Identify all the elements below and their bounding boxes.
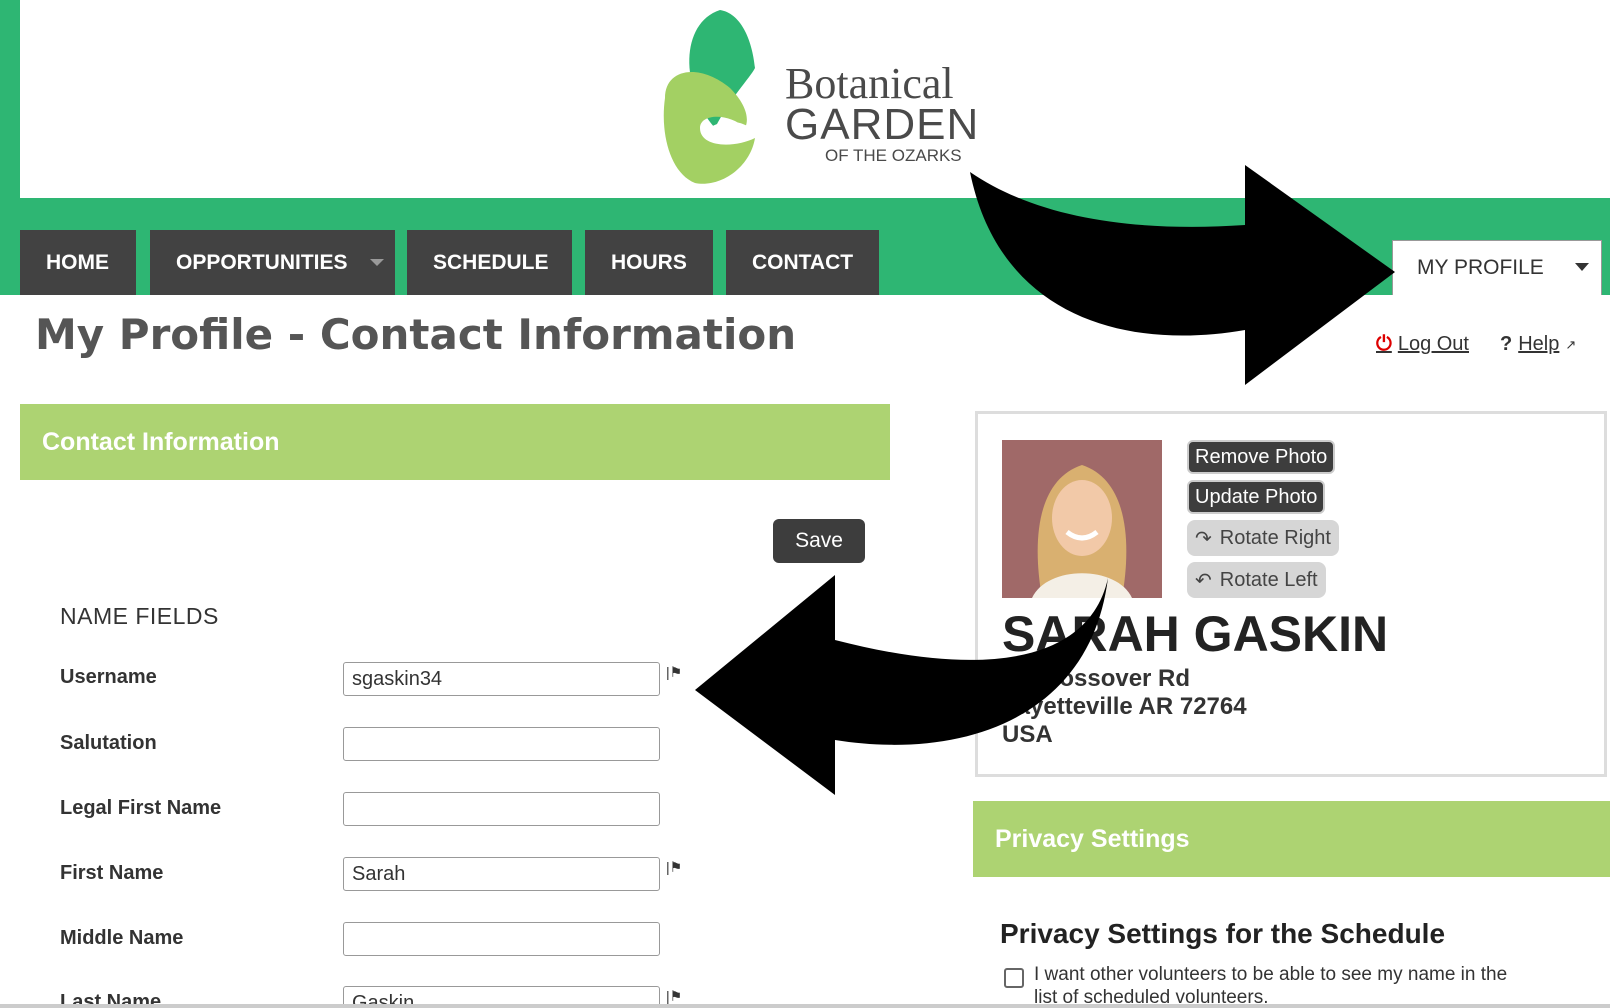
privacy-settings-header: Privacy Settings (973, 801, 1610, 877)
remove-photo-button[interactable]: Remove Photo (1187, 440, 1336, 474)
nav-tab-label: HOURS (611, 250, 687, 274)
page-title: My Profile - Contact Information (35, 310, 797, 359)
nav-tab-home[interactable]: HOME (20, 230, 136, 295)
bottom-divider (0, 1004, 1610, 1008)
flag-icon: |⚑ (666, 664, 683, 680)
username-label: Username (60, 666, 157, 688)
show-name-checkbox-label: I want other volunteers to be able to se… (1034, 964, 1508, 1008)
flag-icon: |⚑ (666, 988, 683, 1004)
nav-tab-hours[interactable]: HOURS (585, 230, 713, 295)
help-link[interactable]: ? Help ↗ (1500, 333, 1576, 356)
save-button[interactable]: Save (773, 519, 865, 563)
logout-label: Log Out (1397, 333, 1469, 355)
username-field[interactable] (343, 662, 660, 696)
nav-tab-schedule[interactable]: SCHEDULE (407, 230, 572, 295)
legal-first-name-label: Legal First Name (60, 797, 222, 819)
my-profile-label: MY PROFILE (1417, 256, 1544, 279)
first-name-field[interactable] (343, 857, 660, 891)
chevron-down-icon (369, 259, 384, 266)
rotate-right-label: Rotate Right (1219, 526, 1331, 549)
profile-photo (1002, 440, 1162, 598)
middle-name-field[interactable] (343, 922, 660, 956)
nav-tab-label: CONTACT (752, 250, 854, 274)
salutation-label: Salutation (60, 732, 157, 754)
privacy-schedule-title: Privacy Settings for the Schedule (1000, 918, 1446, 949)
nav-tab-label: HOME (46, 250, 109, 274)
profile-name: SARAH GASKIN (1002, 606, 1389, 662)
rotate-left-button[interactable]: ↶ Rotate Left (1187, 562, 1326, 598)
first-name-label: First Name (60, 862, 164, 884)
person-avatar-icon (1002, 440, 1162, 598)
address-country: USA (1002, 721, 1053, 748)
middle-name-label: Middle Name (60, 927, 184, 949)
contact-info-header: Contact Information (20, 404, 890, 480)
logo-text-ozarks: OF THE OZARKS (825, 146, 962, 165)
nav-tab-label: OPPORTUNITIES (176, 250, 348, 274)
address-line-1: N. Crossover Rd (1002, 665, 1191, 692)
logo-text-garden: GARDEN (785, 100, 980, 149)
logout-link[interactable]: ⏻ Log Out (1376, 333, 1469, 356)
nav-tab-contact[interactable]: CONTACT (726, 230, 879, 295)
address-line-2: Fayetteville AR 72764 (1002, 693, 1247, 720)
rotate-left-icon: ↶ (1195, 569, 1212, 592)
nav-tab-opportunities[interactable]: OPPORTUNITIES (150, 230, 395, 295)
rotate-right-icon: ↷ (1195, 527, 1212, 550)
question-icon: ? (1500, 333, 1513, 355)
external-link-icon: ↗ (1565, 336, 1577, 352)
flag-icon: |⚑ (666, 859, 683, 875)
nav-tab-label: SCHEDULE (433, 250, 549, 274)
help-label: Help (1518, 333, 1560, 355)
name-fields-heading: NAME FIELDS (60, 603, 219, 629)
salutation-field[interactable] (343, 727, 660, 761)
update-photo-button[interactable]: Update Photo (1187, 480, 1326, 514)
chevron-down-icon (1575, 263, 1589, 271)
my-profile-menu[interactable]: MY PROFILE (1392, 240, 1602, 295)
legal-first-name-field[interactable] (343, 792, 660, 826)
show-name-checkbox[interactable] (1004, 968, 1024, 988)
power-icon: ⏻ (1376, 333, 1392, 355)
rotate-right-button[interactable]: ↷ Rotate Right (1187, 520, 1339, 556)
rotate-left-label: Rotate Left (1219, 568, 1318, 591)
